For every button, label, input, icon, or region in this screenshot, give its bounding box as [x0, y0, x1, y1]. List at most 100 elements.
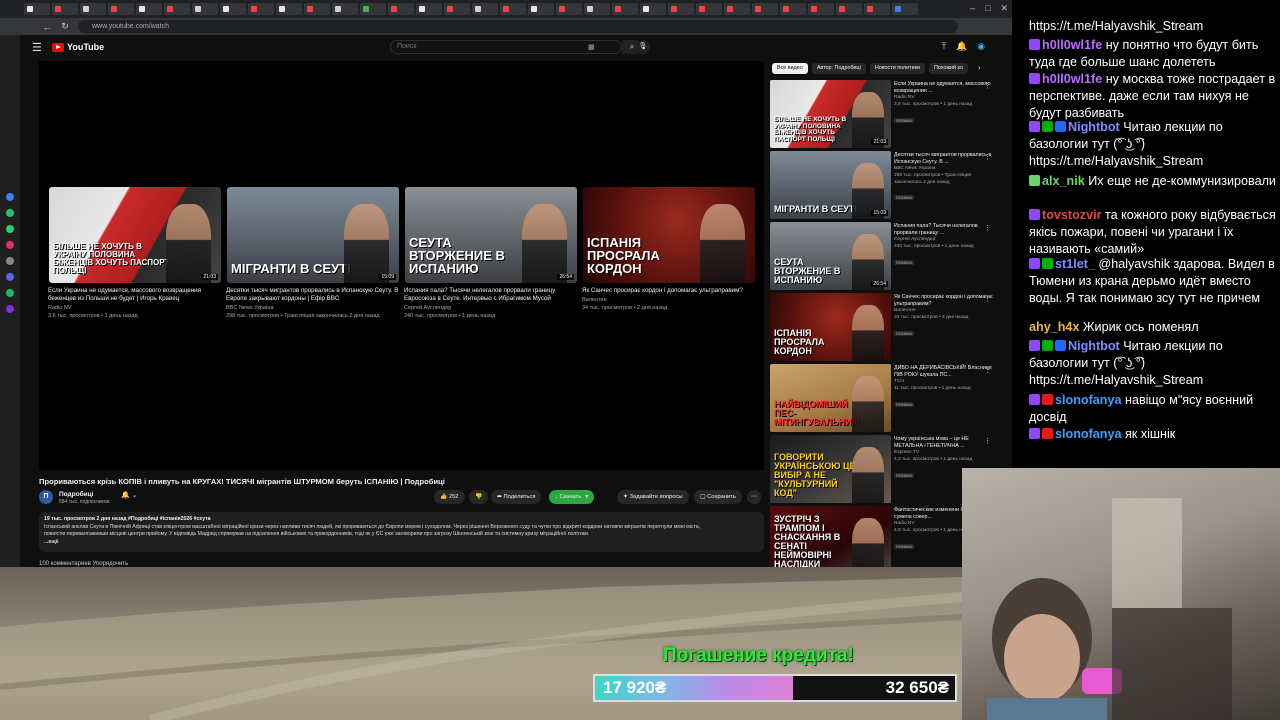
- dislike-button[interactable]: 👎: [469, 490, 489, 504]
- browser-tab[interactable]: [80, 3, 106, 15]
- recommendation-thumbnail[interactable]: БІЛЬШЕ НЕ ХОЧУТЬ В УКРАЇНУ ПОЛОВИНА БІЖЕ…: [770, 80, 891, 148]
- channel-name[interactable]: Подробиці: [59, 491, 93, 498]
- browser-tab[interactable]: [164, 3, 190, 15]
- browser-tab[interactable]: [388, 3, 414, 15]
- create-icon[interactable]: ⤒: [942, 41, 946, 52]
- like-button[interactable]: 👍 252: [434, 490, 465, 504]
- more-options-icon[interactable]: ⋮: [984, 224, 991, 232]
- browser-tab[interactable]: [220, 3, 246, 15]
- recommendation-item[interactable]: НАЙВІДОМІШИЙ ПЕС-МІТИНГУВАЛЬНИК! ДИВО НА …: [770, 364, 1005, 432]
- recommendation-title[interactable]: Як Санчес просирає кордон і допомагає ул…: [894, 294, 994, 307]
- filter-chip[interactable]: Автор: Подробиці: [811, 63, 866, 74]
- end-card-meta[interactable]: Як Санчес просирає кордон і допомагає ул…: [582, 287, 756, 311]
- recommendation-item[interactable]: МІГРАНТИ В СЕУТІ 15:09 Десятки тысяч мигра…: [770, 151, 1005, 219]
- browser-tab[interactable]: [528, 3, 554, 15]
- save-button[interactable]: ▢ Сохранить: [694, 490, 742, 504]
- recommendation-thumbnail[interactable]: ІСПАНІЯ ПРОСРАЛА КОРДОН: [770, 293, 891, 361]
- end-card-title[interactable]: Если Украина не одумается, массового воз…: [48, 287, 222, 303]
- end-card-channel[interactable]: Radio NV: [48, 305, 222, 311]
- chat-username[interactable]: slonofanya: [1055, 427, 1125, 441]
- end-card-thumbnail[interactable]: БІЛЬШЕ НЕ ХОЧУТЬ В УКРАЇНУ ПОЛОВИНА БІЖЕ…: [49, 187, 221, 283]
- browser-tab[interactable]: [556, 3, 582, 15]
- keyboard-icon[interactable]: ▦: [588, 43, 595, 51]
- browser-tab[interactable]: [836, 3, 862, 15]
- more-options-icon[interactable]: ⋮: [984, 366, 991, 374]
- browser-tab[interactable]: [360, 3, 386, 15]
- end-card-title[interactable]: Десятки тысяч мигрантов прорвались в Исп…: [226, 287, 400, 303]
- browser-tab[interactable]: [752, 3, 778, 15]
- recommendation-channel[interactable]: Radio NV: [894, 95, 994, 101]
- recommendation-channel[interactable]: ТСН: [894, 379, 994, 385]
- filter-chip[interactable]: Все видео: [772, 63, 808, 74]
- filter-chip[interactable]: Похожий ко: [929, 63, 968, 74]
- side-panel-app-icon[interactable]: [6, 289, 14, 297]
- side-panel-app-icon[interactable]: [6, 257, 14, 265]
- browser-tab[interactable]: [808, 3, 834, 15]
- browser-tab[interactable]: [668, 3, 694, 15]
- recommendation-channel[interactable]: Сергей Ауслендер: [894, 237, 994, 243]
- chat-username[interactable]: alx_nik: [1042, 174, 1088, 188]
- chat-username[interactable]: h0ll0wl1fe: [1042, 72, 1106, 86]
- end-card-title[interactable]: Як Санчес просирає кордон і допомагає ул…: [582, 287, 756, 295]
- side-panel-app-icon[interactable]: [6, 241, 14, 249]
- browser-tab[interactable]: [276, 3, 302, 15]
- browser-tab[interactable]: [584, 3, 610, 15]
- recommendation-channel[interactable]: Espreso.TV: [894, 450, 994, 456]
- more-options-icon[interactable]: ⋮: [984, 295, 991, 303]
- browser-tab[interactable]: [332, 3, 358, 15]
- browser-tab[interactable]: [892, 3, 918, 15]
- url-bar[interactable]: www.youtube.com/watch: [78, 20, 958, 33]
- chat-username[interactable]: ahy_h4x: [1029, 320, 1083, 334]
- browser-tab[interactable]: [192, 3, 218, 15]
- side-panel-app-icon[interactable]: [6, 305, 14, 313]
- browser-tab[interactable]: [780, 3, 806, 15]
- video-player[interactable]: БІЛЬШЕ НЕ ХОЧУТЬ В УКРАЇНУ ПОЛОВИНА БІЖЕ…: [39, 61, 764, 470]
- youtube-logo[interactable]: YouTube: [52, 42, 104, 52]
- filter-chip[interactable]: Новости политики: [869, 63, 926, 74]
- browser-tab[interactable]: [136, 3, 162, 15]
- end-card-meta[interactable]: Десятки тысяч мигрантов прорвались в Исп…: [226, 287, 400, 319]
- end-card-title[interactable]: Испания пала? Тысячи нелегалов прорвали …: [404, 287, 578, 303]
- chat-username[interactable]: slonofanya: [1055, 393, 1125, 407]
- recommendation-title[interactable]: ДИВО НА ДЕРИБАСІВСЬКІЙ! Власниця ПІВ РОК…: [894, 365, 994, 378]
- recommendation-title[interactable]: Десятки тысяч мигрантов прорвались в Исп…: [894, 152, 994, 165]
- mic-icon[interactable]: 🎙: [636, 40, 650, 54]
- quality-select[interactable]: ▾: [585, 494, 588, 500]
- share-button[interactable]: ➦ Поделиться: [491, 490, 542, 504]
- end-card-thumbnail[interactable]: ІСПАНІЯ ПРОСРАЛА КОРДОН: [583, 187, 755, 283]
- browser-tab[interactable]: [108, 3, 134, 15]
- description-box[interactable]: 19 тыс. просмотров 2 дня назад #Подробиц…: [39, 512, 764, 552]
- recommendation-item[interactable]: ІСПАНІЯ ПРОСРАЛА КОРДОН Як Санчес просира…: [770, 293, 1005, 361]
- recommendation-thumbnail[interactable]: НАЙВІДОМІШИЙ ПЕС-МІТИНГУВАЛЬНИК!: [770, 364, 891, 432]
- end-card-thumbnail[interactable]: МІГРАНТИ В СЕУТІ 15:09: [227, 187, 399, 283]
- browser-tab[interactable]: [612, 3, 638, 15]
- subscribed-bell-button[interactable]: 🔔 ⌄: [121, 491, 138, 499]
- end-card-meta[interactable]: Если Украина не одумается, массового воз…: [48, 287, 222, 319]
- browser-tab[interactable]: [304, 3, 330, 15]
- browser-tab[interactable]: [472, 3, 498, 15]
- recommendation-thumbnail[interactable]: ГОВОРИТИ УКРАЇНСЬКОЮ ЦЕ ВИБІР А НЕ "КУЛЬ…: [770, 435, 891, 503]
- maximize-icon[interactable]: □: [985, 3, 990, 14]
- minimize-icon[interactable]: –: [970, 3, 975, 14]
- reload-icon[interactable]: ↻: [60, 21, 70, 32]
- recommendation-thumbnail[interactable]: СЕУТА ВТОРЖЕНИЕ В ИСПАНИЮ 26:54: [770, 222, 891, 290]
- more-options-icon[interactable]: ⋮: [984, 153, 991, 161]
- side-panel-app-icon[interactable]: [6, 273, 14, 281]
- chat-username[interactable]: tovstozvir: [1042, 208, 1105, 222]
- ask-button[interactable]: ✦ Задавайте вопросы: [617, 490, 689, 504]
- browser-tab[interactable]: [696, 3, 722, 15]
- notifications-icon[interactable]: 🔔: [956, 41, 967, 52]
- chat-username[interactable]: h0ll0wl1fe: [1042, 38, 1106, 52]
- side-panel-app-icon[interactable]: [6, 193, 14, 201]
- recommendation-title[interactable]: Если Украина не одумается, массового воз…: [894, 81, 994, 94]
- recommendation-thumbnail[interactable]: ЗУСТРІЧ З ТРАМПОМ І СНАСКАННЯ В СЕНАТІ Н…: [770, 506, 891, 567]
- recommendation-thumbnail[interactable]: МІГРАНТИ В СЕУТІ 15:09: [770, 151, 891, 219]
- browser-tab[interactable]: [640, 3, 666, 15]
- end-card-channel[interactable]: Сергей Ауслендер: [404, 305, 578, 311]
- chips-next-icon[interactable]: ›: [978, 63, 981, 72]
- recommendation-channel[interactable]: BBC News Україна: [894, 166, 994, 172]
- account-avatar-icon[interactable]: ◉: [977, 41, 985, 52]
- browser-tab[interactable]: [724, 3, 750, 15]
- chat-username[interactable]: st1let_: [1055, 257, 1098, 271]
- chat-username[interactable]: Nightbot: [1068, 120, 1123, 134]
